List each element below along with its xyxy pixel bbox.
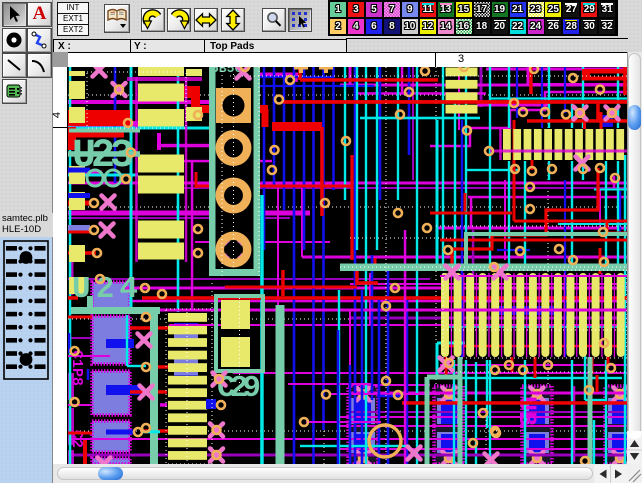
svg-text:UB: UB bbox=[512, 396, 541, 426]
svg-text:U23: U23 bbox=[72, 134, 134, 179]
